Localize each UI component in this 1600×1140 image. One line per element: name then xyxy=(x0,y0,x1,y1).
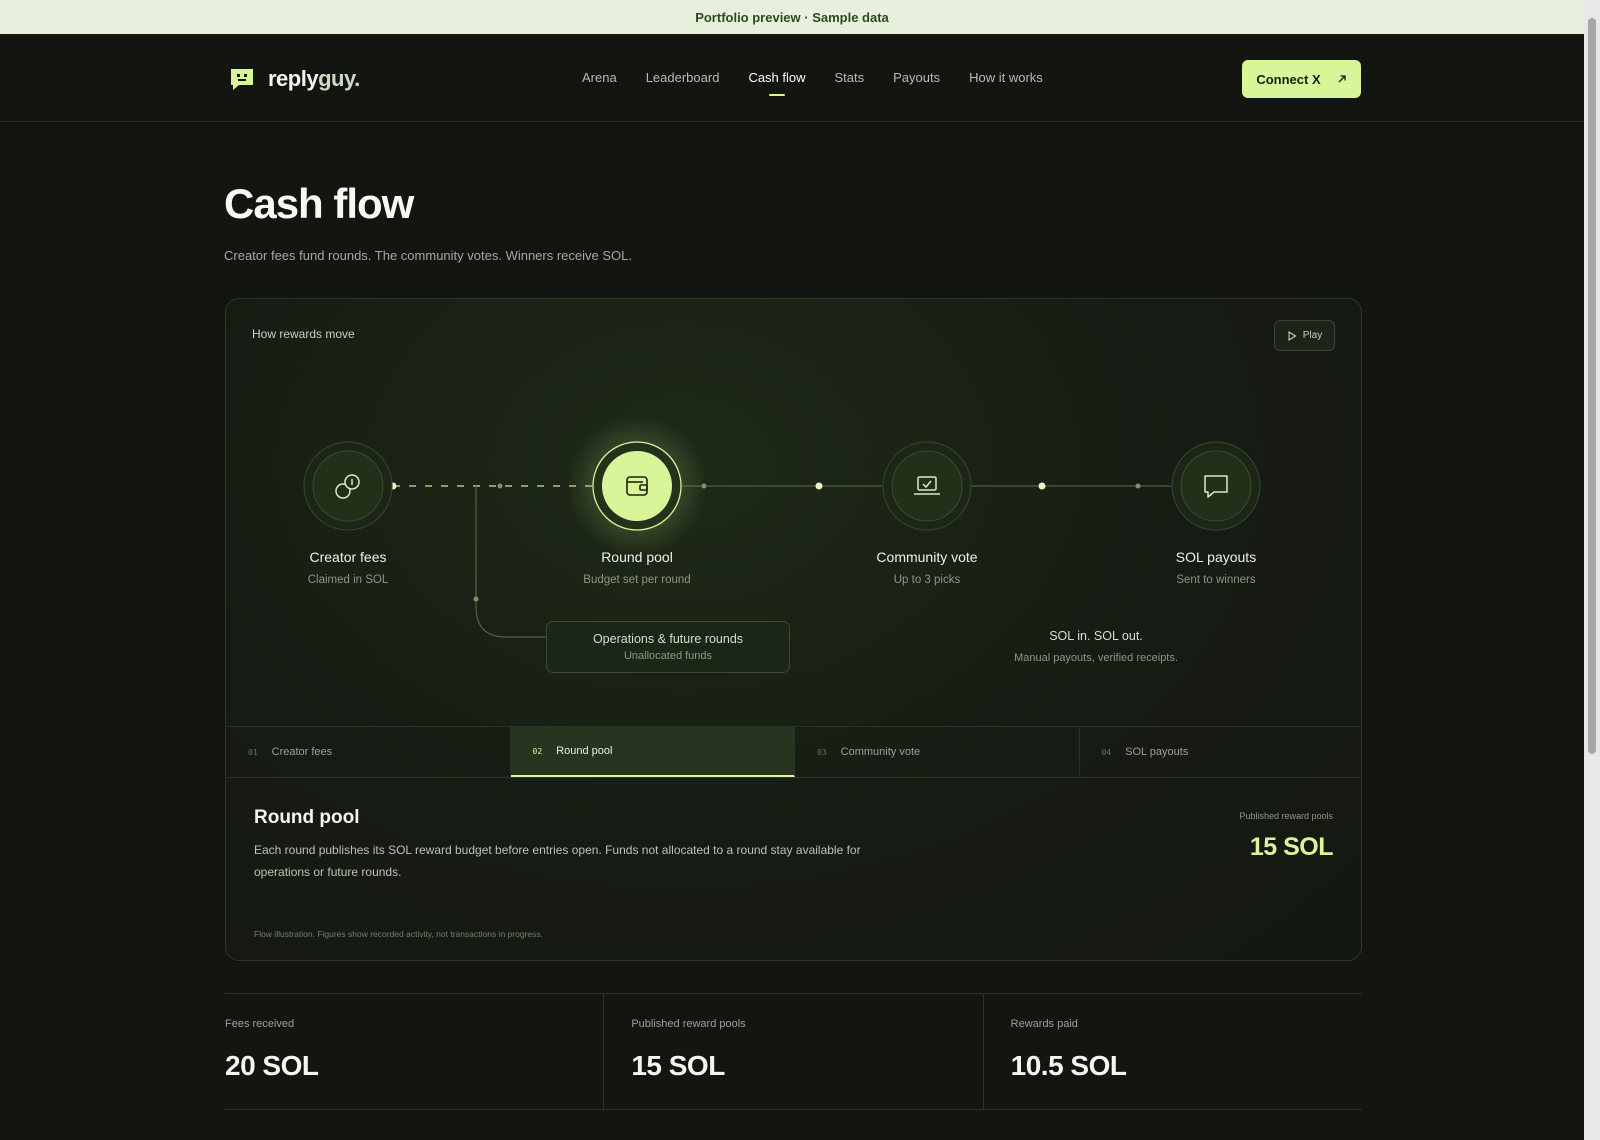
tab-number: 01 xyxy=(248,747,258,757)
tab-community-vote[interactable]: 03 Community vote xyxy=(795,727,1080,777)
page-subtitle: Creator fees fund rounds. The community … xyxy=(224,248,632,263)
packet-dot xyxy=(1135,483,1141,489)
packet-dot xyxy=(1038,482,1046,490)
nav-item-leaderboard[interactable]: Leaderboard xyxy=(646,70,720,85)
stat-fees-received: Fees received 20 SOL xyxy=(225,994,603,1109)
operations-sub: Unallocated funds xyxy=(623,650,713,662)
tab-number: 03 xyxy=(817,747,827,757)
sol-in-out-note: SOL in. SOL out. Manual payouts, verifie… xyxy=(956,629,1236,664)
stats-row: Fees received 20 SOL Published reward po… xyxy=(225,993,1362,1110)
node-creator-fees-sub: Claimed in SOL xyxy=(307,574,389,586)
tab-label: SOL payouts xyxy=(1125,746,1189,758)
operations-title: Operations & future rounds xyxy=(592,632,744,646)
nav-item-payouts[interactable]: Payouts xyxy=(893,70,940,85)
tab-round-pool[interactable]: 02 Round pool xyxy=(510,727,795,777)
tab-label: Creator fees xyxy=(271,746,333,758)
stat-rewards-paid: Rewards paid 10.5 SOL xyxy=(982,994,1362,1109)
top-nav: replyguy. Arena Leaderboard Cash flow St… xyxy=(0,34,1584,122)
nav-item-stats[interactable]: Stats xyxy=(835,70,865,85)
tab-sol-payouts[interactable]: 04 SOL payouts xyxy=(1080,727,1362,777)
tab-number: 02 xyxy=(532,746,543,756)
node-round-pool-label: Round pool xyxy=(601,549,673,565)
brand-logo[interactable]: replyguy. xyxy=(230,66,360,92)
scrollbar-thumb[interactable] xyxy=(1588,18,1596,754)
nav-item-how-it-works[interactable]: How it works xyxy=(969,70,1043,85)
connector-ops-branch xyxy=(475,486,546,638)
banner-text: Portfolio preview · Sample data xyxy=(695,9,889,25)
connect-x-button[interactable]: Connect X xyxy=(1242,60,1361,98)
nav-item-cash-flow[interactable]: Cash flow xyxy=(748,70,806,96)
tab-label: Round pool xyxy=(556,745,613,757)
flow-card: How rewards move Play Creator fees Claim… xyxy=(225,298,1362,961)
node-community-vote-sub: Up to 3 picks xyxy=(893,574,961,586)
flow-footnote: Flow illustration. Figures show recorded… xyxy=(254,929,543,939)
tab-number: 04 xyxy=(1101,747,1112,757)
stat-value: 10.5 SOL xyxy=(1010,1050,1127,1081)
arrow-up-right-icon xyxy=(1338,75,1346,83)
nav-item-arena[interactable]: Arena xyxy=(582,70,617,85)
stat-value: 20 SOL xyxy=(225,1050,319,1081)
detail-stat-value: 15 SOL xyxy=(1249,833,1334,861)
packet-dot xyxy=(497,483,503,489)
stat-value: 15 SOL xyxy=(631,1050,725,1081)
stat-published-reward-pools: Published reward pools 15 SOL xyxy=(603,994,982,1109)
operations-box: Operations & future rounds Unallocated f… xyxy=(546,621,790,673)
brand-name: replyguy. xyxy=(268,66,360,91)
node-round-pool-sub: Budget set per round xyxy=(583,574,691,586)
node-sol-payouts-sub: Sent to winners xyxy=(1176,574,1256,586)
detail-stat-label: Published reward pools xyxy=(1239,811,1333,821)
reply-bubble-icon xyxy=(231,69,253,90)
flow-step-tabs: 01 Creator fees 02 Round pool 03 Communi… xyxy=(226,726,1362,778)
sol-note-title: SOL in. SOL out. xyxy=(1049,629,1143,643)
nav-links: Arena Leaderboard Cash flow Stats Payout… xyxy=(582,70,1043,96)
preview-banner: Portfolio preview · Sample data xyxy=(0,0,1584,34)
stat-label: Fees received xyxy=(225,1018,295,1030)
detail-title: Round pool xyxy=(254,807,360,828)
stat-label: Published reward pools xyxy=(631,1018,746,1030)
node-creator-fees-label: Creator fees xyxy=(309,549,387,565)
packet-dot xyxy=(815,482,823,490)
tab-label: Community vote xyxy=(840,746,921,758)
page-title: Cash flow xyxy=(224,180,414,227)
sol-note-sub: Manual payouts, verified receipts. xyxy=(1014,652,1178,664)
connect-x-label: Connect X xyxy=(1256,71,1321,87)
detail-description: Each round publishes its SOL reward budg… xyxy=(254,843,861,879)
packet-dot xyxy=(473,596,479,602)
tab-creator-fees[interactable]: 01 Creator fees xyxy=(226,727,511,777)
page-scrollbar[interactable] xyxy=(1584,0,1600,1140)
stat-label: Rewards paid xyxy=(1010,1018,1078,1030)
node-community-vote-label: Community vote xyxy=(876,549,978,565)
node-sol-payouts-label: SOL payouts xyxy=(1175,549,1257,565)
